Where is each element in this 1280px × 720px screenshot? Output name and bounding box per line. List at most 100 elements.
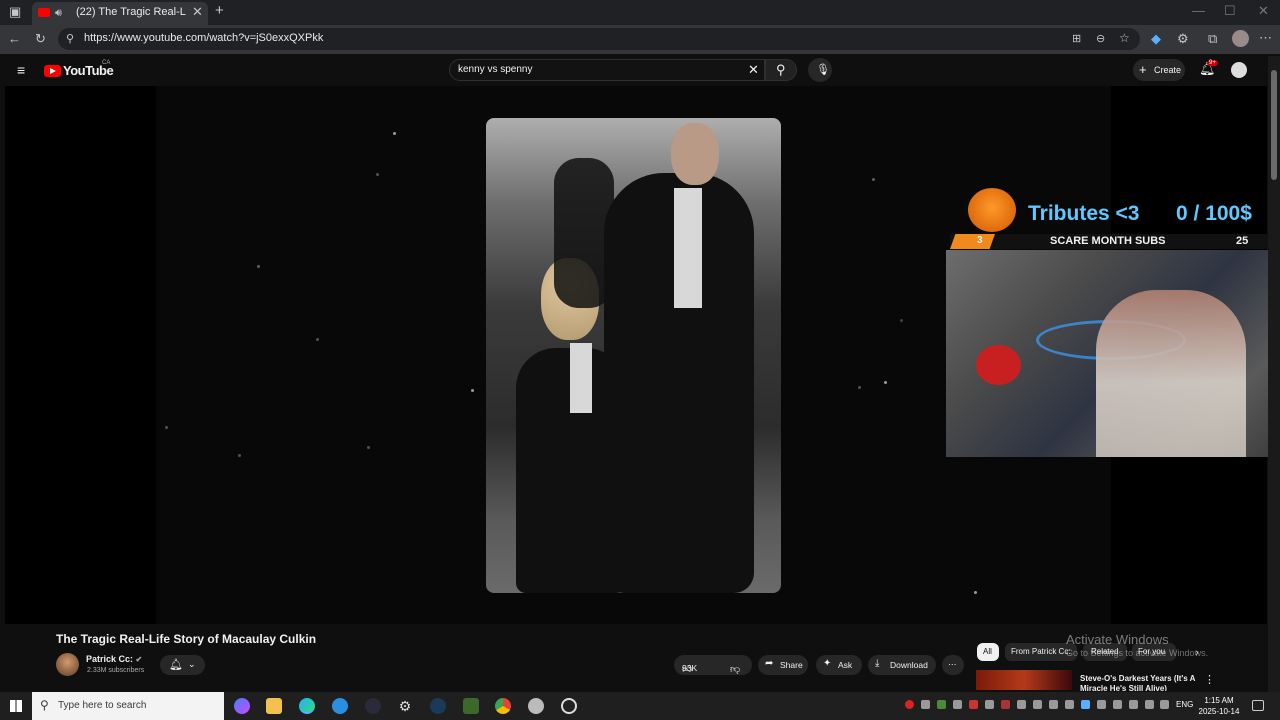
subs-current: 3 [977,235,983,246]
volume-icon[interactable] [1160,700,1169,709]
close-tab-icon[interactable]: ✕ [192,5,203,19]
search-icon: ⚲ [776,62,786,77]
app-available-icon[interactable]: ⊞ [1072,32,1081,46]
close-window-icon[interactable]: ✕ [1258,4,1269,18]
copilot-icon[interactable] [234,698,250,714]
more-menu-icon[interactable]: ⋯ [1259,31,1272,45]
app-gray-icon[interactable] [528,698,544,714]
steam-icon[interactable] [430,698,446,714]
tray-icon[interactable] [953,700,962,709]
new-tab-icon[interactable]: + [215,3,224,18]
scrollbar-thumb[interactable] [1271,70,1277,180]
subs-goal-bar: 3 SCARE MONTH SUBS 25 [950,234,1280,249]
account-avatar[interactable] [1231,62,1247,78]
edge-browser-icon[interactable] [299,698,315,714]
tray-icon[interactable] [1033,700,1042,709]
favorite-star-icon[interactable]: ☆ [1119,31,1130,45]
notification-badge: 9+ [1207,60,1218,66]
tray-icon[interactable] [937,700,946,709]
taskbar-search[interactable]: ⚲ Type here to search [32,692,224,720]
recommendation-menu-icon[interactable]: ⋮ [1204,673,1215,687]
plus-icon: + [1139,62,1147,77]
channel-name[interactable]: Patrick Cc: ✔ [86,654,142,664]
tributes-title: Tributes <3 [1028,202,1140,225]
browser-toolbar: ← ↻ ⚲ https://www.youtube.com/watch?v=jS… [0,25,1280,54]
extension-icon[interactable]: ◆ [1151,32,1161,46]
maximize-icon[interactable]: ☐ [1224,4,1236,18]
browser-tab[interactable]: 🔊︎ (22) The Tragic Real-Life Story of Ma… [32,2,208,25]
particle [238,454,241,457]
tray-icon[interactable] [921,700,930,709]
particle [471,389,474,392]
tray-icon[interactable] [1001,700,1010,709]
back-icon[interactable]: ← [8,32,21,46]
child-shirt [570,343,592,413]
clock-date: 2025-10-14 [1198,707,1240,716]
sparkle-icon: ✦ [823,658,832,669]
hamburger-menu-icon[interactable]: ≡ [17,63,25,77]
url-text: https://www.youtube.com/watch?v=jS0exxQX… [84,32,324,44]
webcam-overlay [946,250,1280,457]
minimize-icon[interactable]: — [1192,4,1205,18]
ask-button[interactable]: ✦ Ask [816,655,862,675]
youtube-logo[interactable]: YouTube CA [44,60,114,79]
create-button[interactable]: + Create [1133,59,1185,81]
clear-search-icon[interactable]: ✕ [748,63,759,77]
tray-icon[interactable] [1065,700,1074,709]
share-button[interactable]: ➦ Share [758,655,808,675]
subscribe-bell-button[interactable]: 🔔︎ ⌄ [160,655,205,675]
tributes-count: 0 [1176,202,1188,225]
tray-icon[interactable] [985,700,994,709]
tray-icon[interactable] [1129,700,1138,709]
particle [884,381,887,384]
activate-windows-hint: Go to Settings to activate Windows. [1066,648,1209,658]
tab-actions-icon[interactable]: ▣ [9,5,21,19]
chip-from-channel-label: From Patrick Cc: [1011,647,1071,656]
collections-icon[interactable]: ⧉ [1208,32,1217,46]
file-explorer-icon[interactable] [266,698,282,714]
taskbar-clock[interactable]: 1:15 AM 2025-10-14 [1196,695,1242,717]
more-actions-button[interactable]: ⋯ [942,655,964,675]
network-icon[interactable] [1145,700,1154,709]
profile-avatar[interactable] [1232,30,1249,47]
address-bar[interactable]: ⚲ https://www.youtube.com/watch?v=jS0exx… [58,28,1140,50]
search-button[interactable]: ⚲ [765,59,797,81]
search-input[interactable]: kenny vs spenny ✕ [449,59,765,81]
webcam-plant [976,345,1021,385]
tray-icon[interactable] [1097,700,1106,709]
record-tray-icon[interactable] [905,700,914,709]
notification-center-icon[interactable] [1252,700,1264,711]
like-count: 93K [682,663,698,673]
app-green-icon[interactable] [463,698,479,714]
chrome-icon[interactable] [495,698,511,714]
extensions-puzzle-icon[interactable]: ⚙ [1177,32,1189,46]
tray-icon[interactable] [969,700,978,709]
voice-search-button[interactable]: 🎙︎ [808,58,832,82]
particle [393,132,396,135]
chip-all[interactable]: All [977,643,999,661]
recommendation-title[interactable]: Steve-O's Darkest Years (It's A Miracle … [1080,674,1198,691]
chevron-down-icon: ⌄ [188,659,196,669]
tributes-goal: 0 / 100$ [1176,202,1252,226]
skype-icon[interactable] [332,698,348,714]
recommendation-thumbnail[interactable] [976,670,1072,690]
zoom-icon[interactable]: ⊖ [1096,32,1105,46]
tray-icon[interactable] [1081,700,1090,709]
channel-name-text: Patrick Cc: [86,654,134,664]
wifi-icon[interactable] [1113,700,1122,709]
speaker-icon[interactable]: 🔊︎ [55,6,62,20]
taskbar-search-icon: ⚲ [40,698,49,712]
windows-start-icon[interactable] [10,700,22,712]
language-indicator[interactable]: ENG [1176,700,1193,709]
download-button[interactable]: ⤓ Download [868,655,936,675]
reload-icon[interactable]: ↻ [35,32,46,46]
tray-icon[interactable] [1017,700,1026,709]
obs-icon[interactable] [561,698,577,714]
site-info-icon[interactable]: ⚲ [66,32,74,46]
tray-icon[interactable] [1049,700,1058,709]
channel-avatar[interactable] [56,653,79,676]
share-label: Share [780,660,803,670]
subs-bar-fill [950,234,995,249]
terminal-icon[interactable] [365,698,381,714]
settings-gear-icon[interactable]: ⚙ [397,698,413,714]
